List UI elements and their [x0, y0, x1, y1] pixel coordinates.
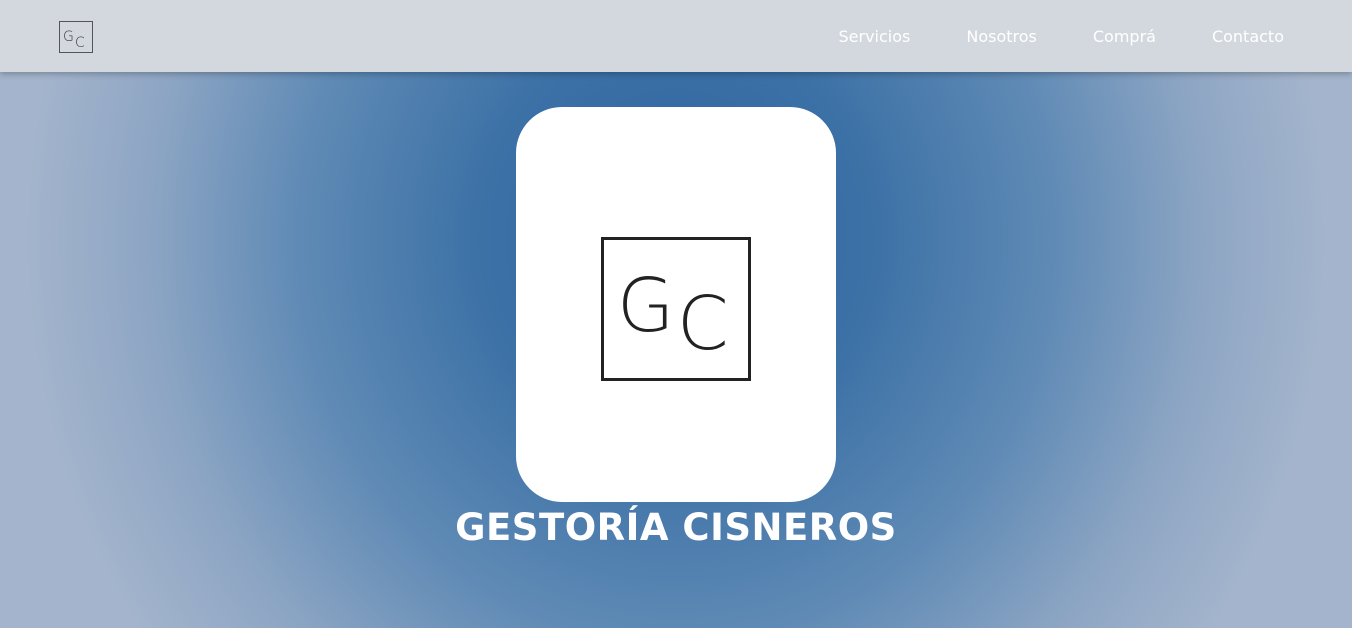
hero-logo-letter-g: G: [617, 263, 674, 349]
logo-letter-c: C: [75, 35, 85, 51]
logo-letter-g: G: [63, 29, 74, 45]
hero-logo-letter-c: C: [677, 281, 729, 367]
hero-title: GESTORÍA CISNEROS: [455, 506, 897, 549]
nav-link-servicios[interactable]: Servicios: [838, 27, 910, 46]
gc-logo-icon[interactable]: G C: [59, 21, 93, 53]
nav-link-contacto[interactable]: Contacto: [1212, 27, 1284, 46]
nav-link-nosotros[interactable]: Nosotros: [966, 27, 1037, 46]
nav-link-compra[interactable]: Comprá: [1093, 27, 1156, 46]
site-header: G C Servicios Nosotros Comprá Contacto: [0, 0, 1352, 72]
main-nav: Servicios Nosotros Comprá Contacto: [838, 0, 1284, 72]
gc-logo-icon: G C: [601, 237, 751, 381]
hero-logo-card: G C: [516, 107, 836, 502]
